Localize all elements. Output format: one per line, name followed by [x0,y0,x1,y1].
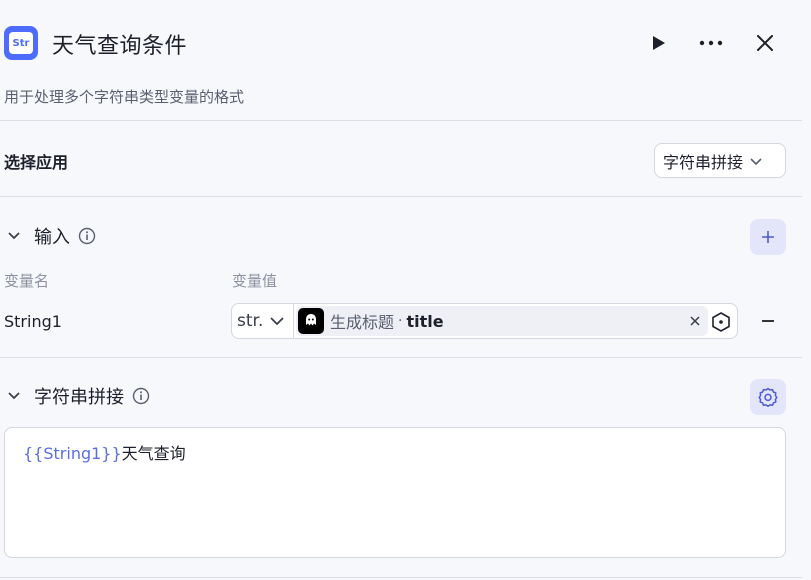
template-variable-token: {{String1}} [23,444,122,463]
variable-type-select[interactable]: str. [232,304,294,338]
concat-settings-button[interactable] [750,379,786,415]
string-node-icon: Str [4,26,38,60]
variable-reference-icon[interactable] [710,311,732,333]
variable-reference-chip[interactable]: 生成标题 · title [296,306,708,336]
reference-field-name: title [406,311,444,331]
chevron-down-icon [270,317,284,326]
column-header-name: 变量名 [4,272,50,290]
variable-value-field[interactable]: str. 生成标题 · title [231,303,738,339]
concat-section-header: 字符串拼接 [6,382,150,410]
gear-icon [758,387,778,407]
variable-name[interactable]: String1 [4,312,62,331]
play-icon [653,36,665,50]
collapse-chevron-icon[interactable] [6,388,22,404]
minus-icon [762,320,774,322]
more-options-button[interactable] [698,30,724,56]
info-icon[interactable] [78,227,96,245]
more-horizontal-icon [699,40,723,46]
template-text: 天气查询 [121,444,186,463]
divider [0,357,802,358]
reference-node-name: 生成标题 [330,313,395,332]
column-header-value: 变量值 [232,272,278,290]
close-icon [757,35,773,51]
select-app-label: 选择应用 [4,153,69,172]
select-app-value: 字符串拼接 [663,152,744,172]
divider [0,196,802,197]
string-node-icon-label: Str [9,32,33,54]
input-section-title: 输入 [34,227,70,248]
remove-variable-button[interactable] [758,311,778,331]
collapse-chevron-icon[interactable] [6,228,22,244]
node-config-panel: Str 天气查询条件 用于处理多个字符串类型变量的格式 选择应用 字符串拼接 输… [0,0,811,580]
ghost-node-icon [298,308,324,334]
node-title[interactable]: 天气查询条件 [52,28,187,60]
run-button[interactable] [645,30,671,56]
plus-icon [762,231,774,243]
concat-section-title: 字符串拼接 [34,387,124,408]
clear-reference-icon[interactable] [688,312,702,330]
concat-template-editor[interactable]: {{String1}}天气查询 [4,427,786,558]
input-section-header: 输入 [6,222,96,250]
variable-type-value: str. [237,311,264,331]
chevron-down-icon [750,157,762,165]
info-icon[interactable] [132,387,150,405]
divider [0,120,802,121]
close-button[interactable] [752,30,778,56]
divider [0,577,802,578]
select-app-dropdown[interactable]: 字符串拼接 [654,143,786,178]
panel-header: Str 天气查询条件 [0,0,811,88]
node-description[interactable]: 用于处理多个字符串类型变量的格式 [4,86,244,107]
add-variable-button[interactable] [750,219,786,255]
reference-separator: · [398,313,403,329]
